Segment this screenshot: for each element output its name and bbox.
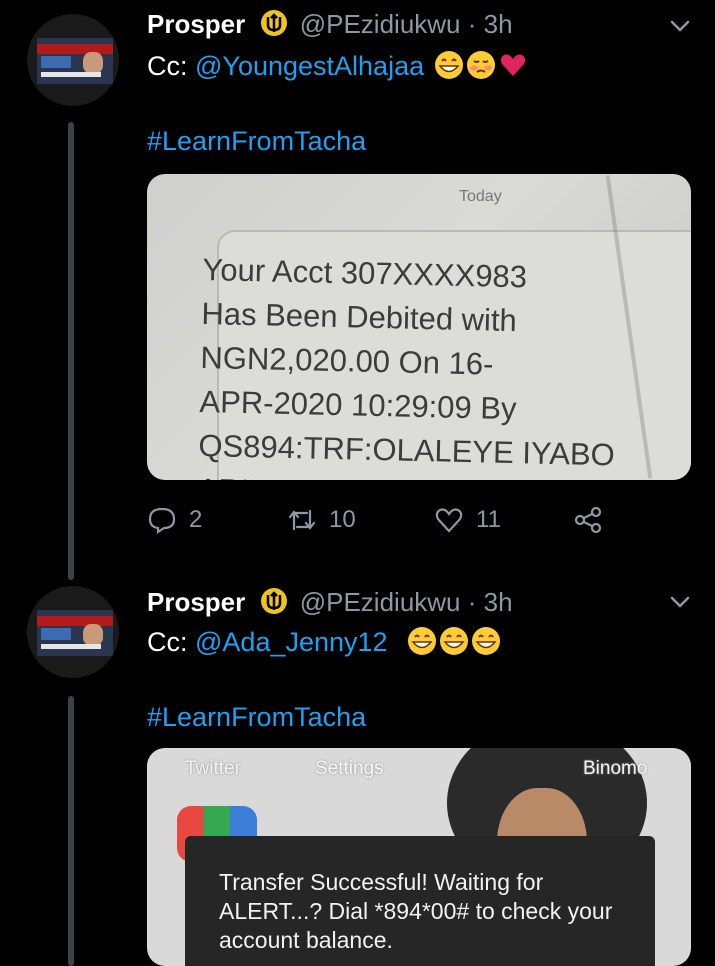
like-button[interactable]: 11 <box>434 500 501 540</box>
avatar[interactable] <box>27 586 119 678</box>
timestamp[interactable]: · 3h <box>468 587 513 617</box>
ussd-message: Transfer Successful! Waiting for ALERT..… <box>219 869 613 953</box>
mention-link[interactable]: @YoungestAlhajaa <box>195 51 424 81</box>
like-icon <box>435 508 463 533</box>
verified-badge-icon <box>260 588 287 614</box>
tweet-text: Cc: @Ada_Jenny12 <box>147 626 501 658</box>
chevron-down-icon[interactable] <box>664 10 696 42</box>
ussd-dialog: Transfer Successful! Waiting for ALERT..… <box>185 836 655 966</box>
mention-link[interactable]: @Ada_Jenny12 <box>195 627 388 657</box>
verified-badge-icon <box>260 10 287 36</box>
tweet[interactable]: Prosper @PEzidiukwu · 3h Cc: @Ada_Jenny1… <box>0 580 715 966</box>
author-handle[interactable]: @PEzidiukwu <box>300 587 461 617</box>
grinning-emoji-icon <box>434 51 463 79</box>
tweet-image[interactable]: Twitter Settings Binomo Transfer Success… <box>147 748 691 966</box>
cc-prefix: Cc: <box>147 51 196 81</box>
author-handle[interactable]: @PEzidiukwu <box>300 9 461 39</box>
author-name[interactable]: Prosper <box>147 587 245 617</box>
hashtag-link[interactable]: #LearnFromTacha <box>147 702 366 732</box>
tweet-header: Prosper @PEzidiukwu · 3h <box>147 8 513 40</box>
grinning-emoji-icon <box>440 627 469 655</box>
app-label-settings: Settings <box>315 758 384 779</box>
share-button[interactable] <box>573 500 615 540</box>
tweet-text: Cc: @YoungestAlhajaa <box>147 50 528 82</box>
timestamp[interactable]: · 3h <box>468 9 513 39</box>
reply-button[interactable]: 2 <box>147 500 202 540</box>
share-icon <box>574 506 602 534</box>
heart-emoji-icon <box>500 54 525 76</box>
tweet-image[interactable]: Today Your Acct 307XXXX983 Has Been Debi… <box>147 174 691 480</box>
hashtag-line: #LearnFromTacha <box>147 702 366 733</box>
cc-prefix: Cc: <box>147 627 196 657</box>
thread-line <box>68 696 74 966</box>
app-label-twitter: Twitter <box>185 758 241 779</box>
reply-count: 2 <box>189 506 203 533</box>
like-count: 11 <box>476 506 501 533</box>
hashtag-link[interactable]: #LearnFromTacha <box>147 126 366 156</box>
sms-date-label: Today <box>459 188 502 205</box>
retweet-button[interactable]: 10 <box>287 500 356 540</box>
grinning-emoji-icon <box>408 627 437 655</box>
thread-line <box>68 122 74 580</box>
chevron-down-icon[interactable] <box>664 586 696 618</box>
app-label-binomo: Binomo <box>583 758 648 779</box>
tweet-header: Prosper @PEzidiukwu · 3h <box>147 586 513 618</box>
flushed-emoji-icon <box>466 51 495 79</box>
tweet-actions: 2 10 11 <box>147 500 667 540</box>
tweet[interactable]: Prosper @PEzidiukwu · 3h Cc: @YoungestAl… <box>0 0 715 580</box>
sms-message: Your Acct 307XXXX983 Has Been Debited wi… <box>197 251 616 480</box>
hashtag-line: #LearnFromTacha <box>147 126 366 157</box>
reply-icon <box>148 507 176 535</box>
author-name[interactable]: Prosper <box>147 9 245 39</box>
retweet-count: 10 <box>329 506 356 533</box>
avatar[interactable] <box>27 14 119 106</box>
grinning-emoji-icon <box>472 627 501 655</box>
retweet-icon <box>288 509 316 531</box>
